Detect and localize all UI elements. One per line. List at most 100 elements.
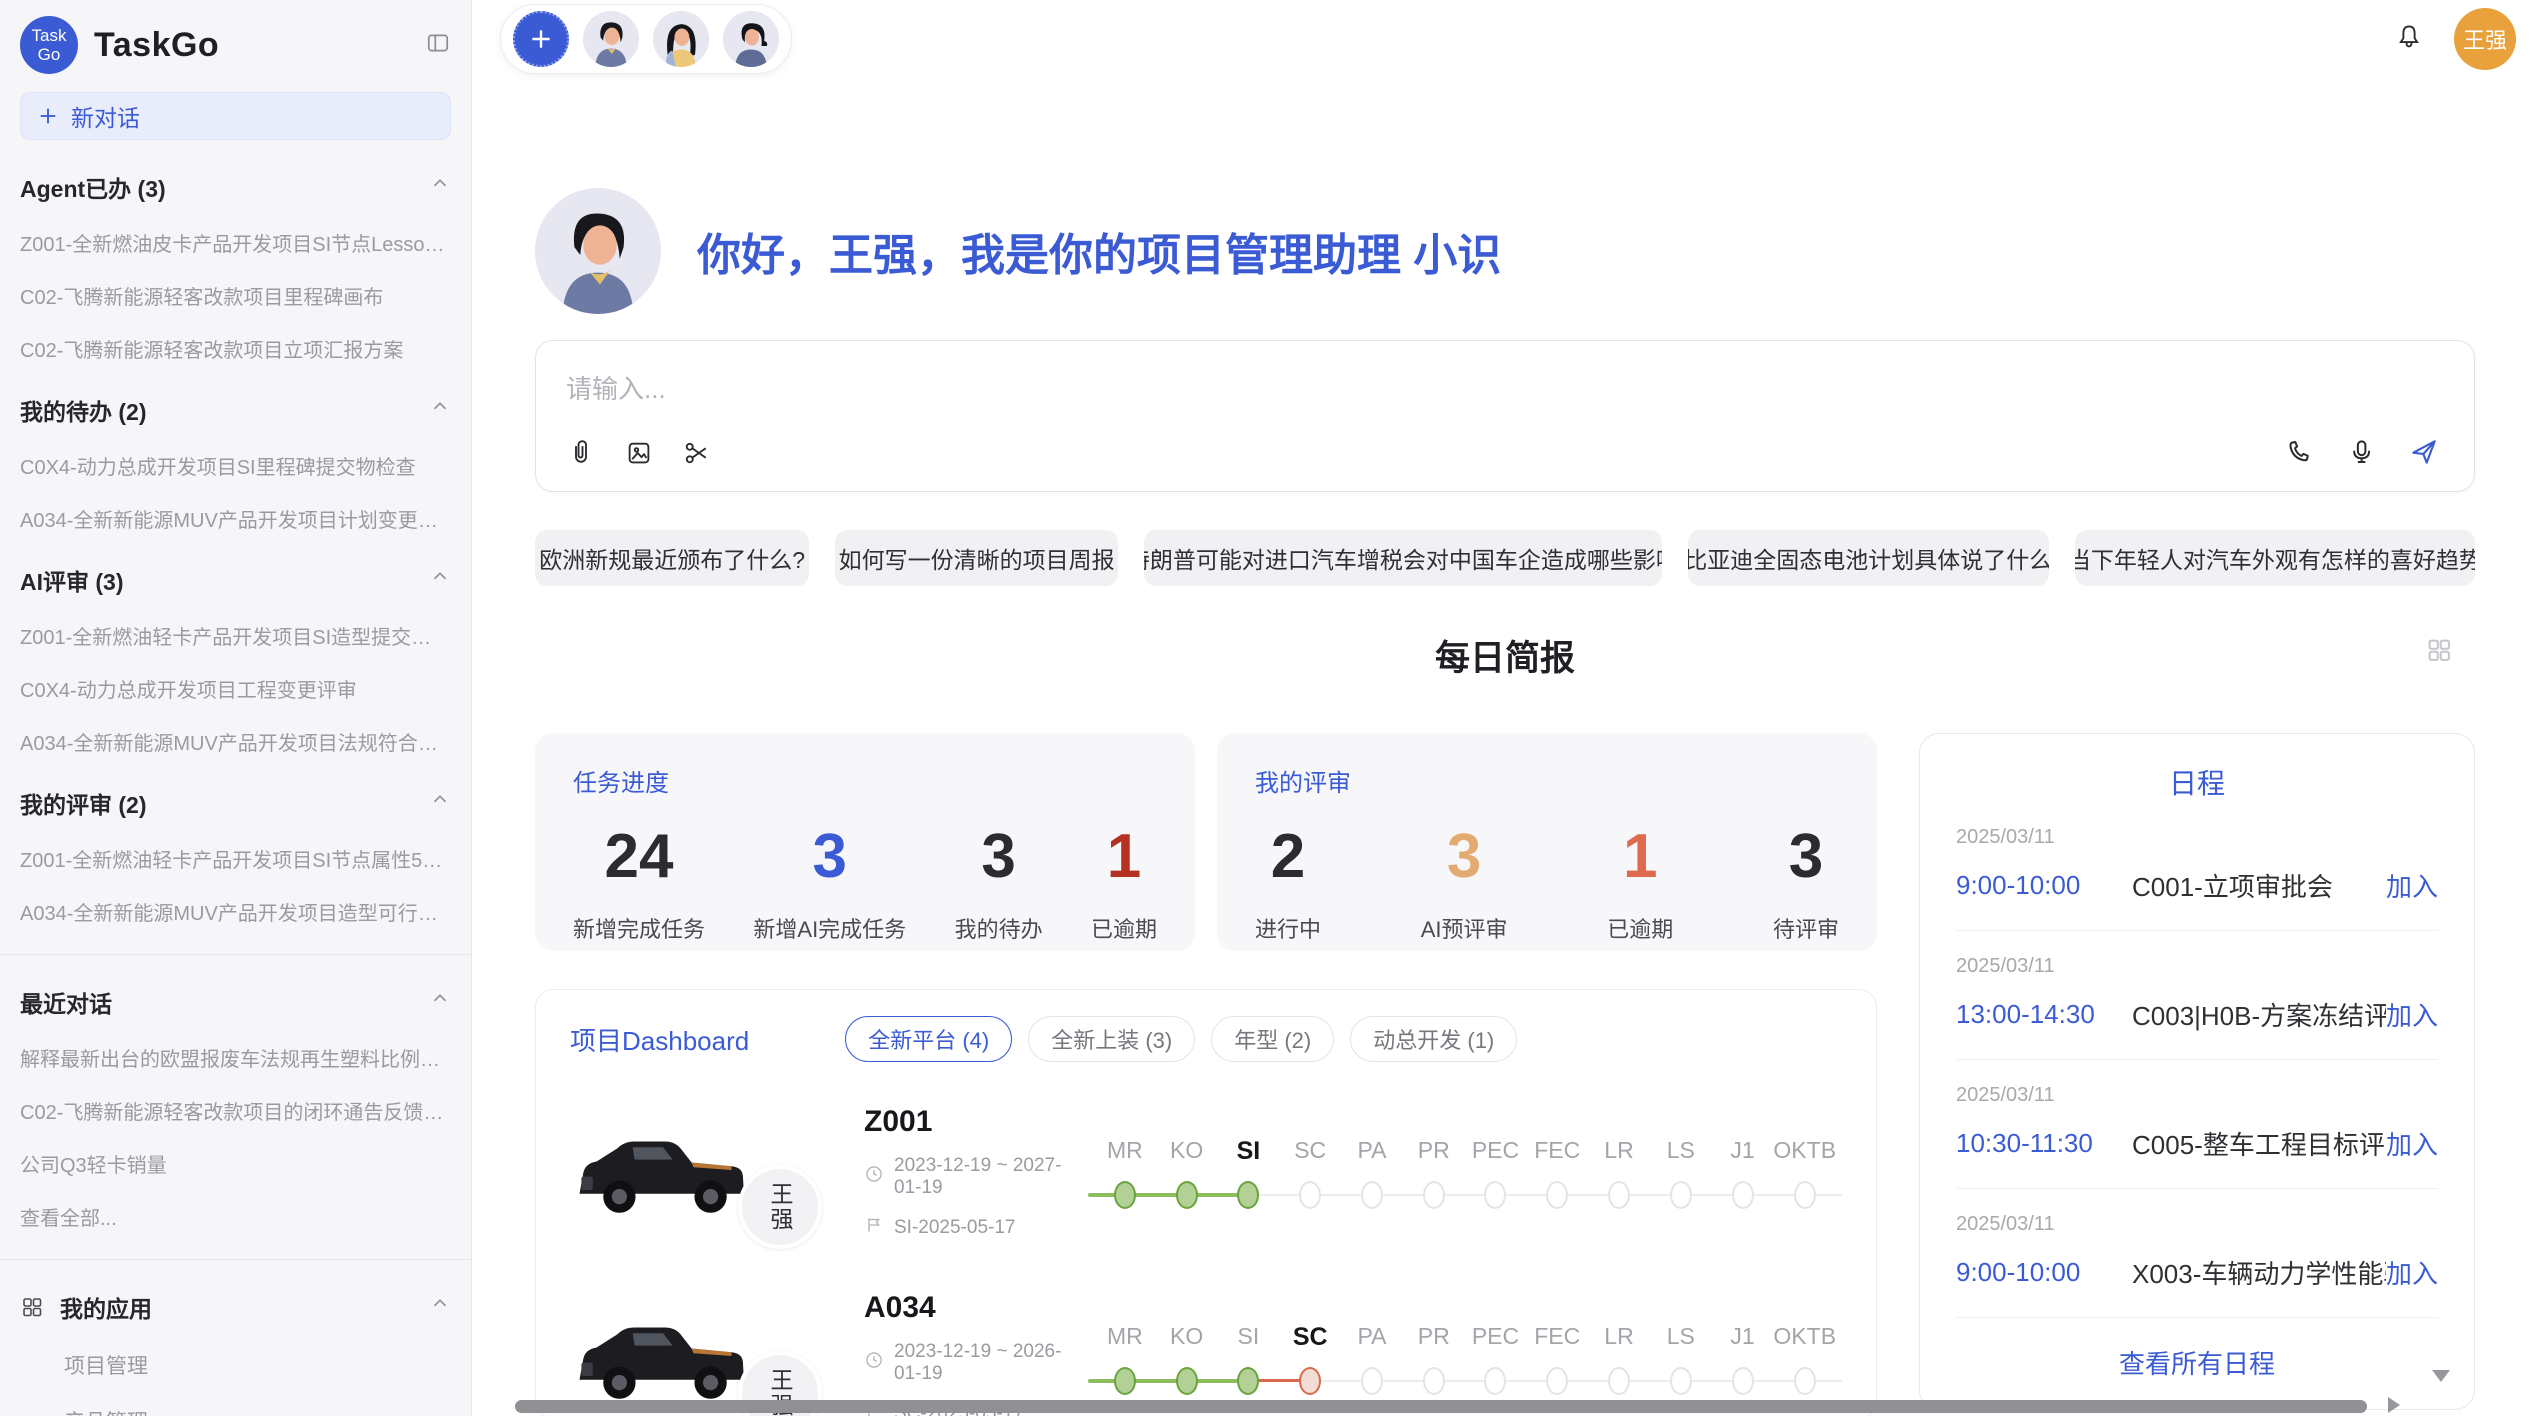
attachment-icon[interactable]: [566, 438, 596, 473]
schedule-row: 13:00-14:30C003|H0B-方案冻结评审加入: [1956, 996, 2438, 1033]
suggestion-chip[interactable]: 如何写一份清晰的项目周报: [835, 530, 1118, 586]
milestone: PEC: [1465, 1323, 1527, 1395]
milestone-label: SC: [1293, 1323, 1328, 1355]
dashboard-tab[interactable]: 动总开发 (1): [1350, 1016, 1517, 1062]
chevron-up-icon: [429, 988, 451, 1016]
milestone: J1: [1712, 1137, 1774, 1209]
stat: 3AI预评审: [1421, 824, 1508, 944]
schedule-date: 2025/03/11: [1956, 955, 2438, 978]
microphone-icon[interactable]: [2346, 437, 2376, 472]
milestone-circle: [1361, 1181, 1383, 1209]
sidebar-item[interactable]: A034-全新新能源MUV产品开发项目法规符合性评审: [20, 727, 451, 756]
stat-cards: 任务进度 24新增完成任务3新增AI完成任务3我的待办1已逾期 我的评审 2进行…: [535, 733, 1877, 951]
scissors-icon[interactable]: [682, 438, 712, 473]
milestone-circle: [1484, 1181, 1506, 1209]
project-flag: SI-2025-05-17: [864, 1215, 1088, 1241]
section-header[interactable]: Agent已办 (3): [20, 170, 451, 204]
section-header[interactable]: 我的评审 (2): [20, 786, 451, 820]
project-dates: 2023-12-19 ~ 2026-01-19: [864, 1341, 1088, 1385]
card-title: 任务进度: [573, 763, 1157, 798]
milestone-circle: [1794, 1367, 1816, 1395]
stat-value: 2: [1271, 824, 1305, 890]
schedule-row: 9:00-10:00C001-立项审批会加入: [1956, 867, 2438, 904]
milestone-label: MR: [1107, 1137, 1143, 1169]
sidebar-item[interactable]: C0X4-动力总成开发项目工程变更评审: [20, 674, 451, 703]
sidebar-item[interactable]: 解释最新出台的欧盟报废车法规再生塑料比例被调至15%...: [20, 1043, 451, 1072]
chat-input[interactable]: 请输入...: [535, 340, 2475, 492]
sidebar-item[interactable]: Z001-全新燃油轻卡产品开发项目SI造型提交物评审: [20, 621, 451, 650]
sidebar-item[interactable]: C02-飞腾新能源轻客改款项目立项汇报方案: [20, 334, 451, 363]
image-icon[interactable]: [624, 438, 654, 473]
milestone: SI: [1218, 1137, 1280, 1209]
milestone-circle: [1546, 1367, 1568, 1395]
schedule-name: X003-车辆动力学性能验...: [2132, 1254, 2386, 1291]
sidebar-item[interactable]: C02-飞腾新能源轻客改款项目里程碑画布: [20, 281, 451, 310]
milestone-timeline: MRKOSISCPAPRPECFECLRLSJ1OKTB: [1088, 1323, 1842, 1395]
project-list: 王强Z0012023-12-19 ~ 2027-01-19SI-2025-05-…: [570, 1098, 1842, 1416]
stat-label: 新增AI完成任务: [753, 912, 906, 944]
horizontal-scrollbar[interactable]: [515, 1400, 2367, 1413]
join-link[interactable]: 加入: [2386, 867, 2438, 904]
schedule-item: 2025/03/1110:30-11:30C005-整车工程目标评审加入: [1956, 1060, 2438, 1189]
sidebar-item[interactable]: C02-飞腾新能源轻客改款项目的闭环通告反馈情况: [20, 1096, 451, 1125]
milestone: LS: [1650, 1137, 1712, 1209]
milestone: PA: [1341, 1323, 1403, 1395]
section-header[interactable]: 最近对话: [20, 985, 451, 1019]
section-title: 我的待办 (2): [20, 393, 147, 427]
scroll-down-arrow-icon[interactable]: [2432, 1370, 2450, 1382]
input-placeholder: 请输入...: [566, 369, 2444, 406]
suggestion-chip[interactable]: 当下年轻人对汽车外观有怎样的喜好趋势: [2075, 530, 2475, 586]
suggestion-chip[interactable]: 比亚迪全固态电池计划具体说了什么: [1688, 530, 2049, 586]
sidebar-item[interactable]: 公司Q3轻卡销量: [20, 1149, 451, 1178]
stat-value: 1: [1107, 824, 1141, 890]
card-title: 我的评审: [1255, 763, 1839, 798]
sidebar-item[interactable]: A034-全新新能源MUV产品开发项目造型可行性评审: [20, 897, 451, 926]
collapse-panel-icon[interactable]: [425, 30, 451, 61]
project-row[interactable]: 王强A0342023-12-19 ~ 2026-01-19SC-2025-05-…: [570, 1284, 1842, 1416]
sidebar-item-my-apps[interactable]: 我的应用: [20, 1290, 451, 1324]
milestone: SC: [1279, 1323, 1341, 1395]
milestone-circle: [1732, 1181, 1754, 1209]
milestone-label: FEC: [1534, 1137, 1580, 1169]
sidebar-item[interactable]: C0X4-动力总成开发项目SI里程碑提交物检查: [20, 451, 451, 480]
my-apps-item[interactable]: 产品管理: [64, 1406, 451, 1416]
layout-grid-icon[interactable]: [2425, 636, 2453, 669]
dashboard-tab[interactable]: 全新平台 (4): [845, 1016, 1012, 1062]
dashboard-tab[interactable]: 全新上装 (3): [1028, 1016, 1195, 1062]
owner-name: 王强: [763, 1182, 797, 1232]
dashboard-tabs: 全新平台 (4) 全新上装 (3) 年型 (2) 动总开发 (1): [845, 1016, 1517, 1062]
milestone-label: PEC: [1472, 1137, 1519, 1169]
milestone: KO: [1156, 1323, 1218, 1395]
stat: 1已逾期: [1607, 824, 1673, 944]
plus-icon: [37, 105, 59, 127]
truck-image: [570, 1300, 760, 1414]
suggestion-chip[interactable]: 欧洲新规最近颁布了什么?: [535, 530, 809, 586]
stat: 2进行中: [1255, 824, 1321, 944]
apps-grid-icon: [20, 1295, 44, 1319]
scroll-right-arrow-icon[interactable]: [2388, 1397, 2400, 1413]
join-link[interactable]: 加入: [2386, 996, 2438, 1033]
join-link[interactable]: 加入: [2386, 1254, 2438, 1291]
sidebar-item[interactable]: 查看全部...: [20, 1202, 451, 1231]
sidebar-item[interactable]: Z001-全新燃油轻卡产品开发项目SI节点属性5D文件评审: [20, 844, 451, 873]
project-row[interactable]: 王强Z0012023-12-19 ~ 2027-01-19SI-2025-05-…: [570, 1098, 1842, 1248]
section-header[interactable]: 我的待办 (2): [20, 393, 451, 427]
milestone: SI: [1218, 1323, 1280, 1395]
section-header[interactable]: AI评审 (3): [20, 563, 451, 597]
milestone-label: LS: [1667, 1137, 1695, 1169]
milestone: FEC: [1526, 1137, 1588, 1209]
schedule-name: C005-整车工程目标评审: [2132, 1125, 2386, 1162]
sidebar-item[interactable]: Z001-全新燃油皮卡产品开发项目SI节点Lesson Learn报告: [20, 228, 451, 257]
join-link[interactable]: 加入: [2386, 1125, 2438, 1162]
assistant-avatar: [535, 188, 661, 314]
new-chat-button[interactable]: 新对话: [20, 92, 451, 140]
dashboard-tab[interactable]: 年型 (2): [1211, 1016, 1334, 1062]
view-all-schedule-link[interactable]: 查看所有日程: [1956, 1318, 2438, 1387]
sidebar-item[interactable]: A034-全新新能源MUV产品开发项目计划变更表编写: [20, 504, 451, 533]
send-icon[interactable]: [2408, 436, 2440, 473]
suggestion-chip[interactable]: 特朗普可能对进口汽车增税会对中国车企造成哪些影响: [1144, 530, 1662, 586]
clock-icon: [864, 1350, 894, 1376]
my-apps-item[interactable]: 项目管理: [64, 1350, 451, 1380]
phone-icon[interactable]: [2284, 437, 2314, 472]
stat-value: 3: [813, 824, 847, 890]
